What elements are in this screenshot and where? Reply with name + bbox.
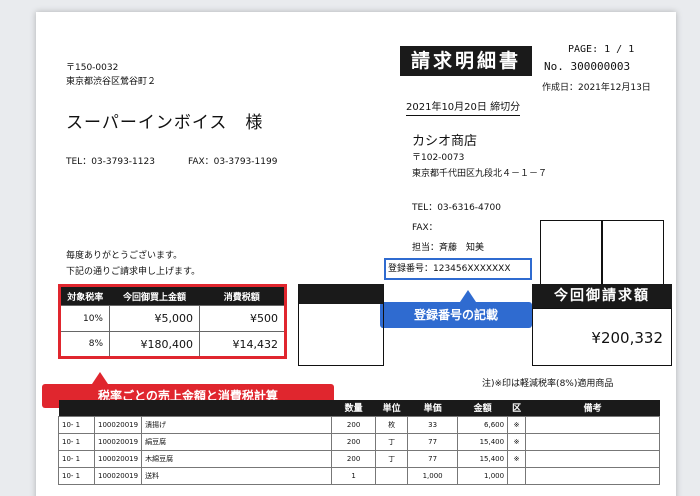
registration-number: 登録番号：123456XXXXXXX: [384, 258, 532, 280]
total-amount: ¥200,332: [532, 308, 672, 366]
tax-rate-header: 対象税率: [59, 285, 110, 306]
detail-amount: 15,400: [457, 449, 509, 468]
page-indicator: PAGE: 1 / 1: [568, 44, 635, 55]
detail-qty: 200: [331, 432, 377, 451]
greeting-line-2: 下記の通りご請求申し上げます。: [66, 267, 201, 277]
tax-rate: 10%: [59, 305, 110, 332]
detail-amount-header: 金額: [457, 400, 508, 416]
detail-item: 送料: [141, 466, 333, 485]
detail-unit: [375, 466, 409, 485]
issuer-name: カシオ商店: [412, 134, 478, 149]
greeting-line-1: 毎度ありがとうございます。: [66, 251, 183, 261]
seal-box-2: [602, 220, 664, 286]
total-label: 今回御請求額: [532, 284, 672, 308]
detail-unit: 丁: [375, 449, 409, 468]
detail-remarks: [525, 415, 661, 434]
detail-amount: 6,600: [457, 415, 509, 434]
invoice-document: 請求明細書 PAGE: 1 / 1 No. 300000003 作成日：2021…: [36, 12, 676, 496]
detail-date: 10- 1: [58, 432, 95, 451]
registration-arrow: [460, 290, 476, 302]
table-row: 10- 1 100020019 漬揚げ 200 枚 33 6,600 ※: [58, 415, 661, 434]
sales-amount-header: 今回御買上金額: [109, 285, 200, 306]
tax-summary-header: 対象税率 今回御買上金額 消費税額: [59, 285, 286, 306]
detail-remarks: [525, 449, 661, 468]
issuer-postal: 〒102-0073: [412, 153, 465, 163]
detail-qty: 200: [331, 415, 377, 434]
customer-postal: 〒150-0032: [66, 63, 119, 73]
issuer-staff: 担当：斉藤 知美: [412, 243, 485, 253]
detail-category: ※: [507, 415, 527, 434]
detail-code: 100020019: [93, 415, 143, 434]
detail-code: 100020019: [93, 432, 143, 451]
detail-date: 10- 1: [58, 449, 95, 468]
detail-category: [507, 466, 527, 485]
detail-date: 10- 1: [58, 415, 95, 434]
detail-unit: 枚: [375, 415, 409, 434]
detail-price: 1,000: [407, 466, 459, 485]
detail-date-header: [58, 400, 95, 416]
seal-box-1: [540, 220, 602, 286]
detail-remarks: [525, 432, 661, 451]
sales-amount: ¥5,000: [109, 305, 200, 332]
issuer-tel: TEL：03-6316-4700: [412, 203, 501, 213]
detail-remarks-header: 備考: [525, 400, 660, 416]
document-title: 請求明細書: [400, 46, 532, 76]
detail-header: 数量 単位 単価 金額 区 備考: [58, 400, 660, 416]
detail-qty: 200: [331, 449, 377, 468]
invoice-number: No. 300000003: [544, 60, 631, 73]
detail-unit-header: 単位: [375, 400, 408, 416]
sales-amount: ¥180,400: [109, 331, 200, 358]
detail-date: 10- 1: [58, 466, 95, 485]
tax-arrow: [92, 372, 108, 384]
detail-price: 77: [407, 449, 459, 468]
tax-amount: ¥14,432: [199, 331, 286, 358]
registration-callout: 登録番号の記載: [380, 302, 532, 328]
tax-row: 8% ¥180,400 ¥14,432: [59, 331, 286, 358]
tax-amount-header: 消費税額: [199, 285, 286, 306]
detail-remarks: [525, 466, 661, 485]
detail-category: ※: [507, 432, 527, 451]
detail-category: ※: [507, 449, 527, 468]
reduced-tax-note: 注)※印は軽減税率(8%)適用商品: [482, 379, 614, 389]
customer-fax: FAX：03-3793-1199: [188, 157, 278, 167]
detail-item: 漬揚げ: [141, 415, 333, 434]
customer-address: 東京都渋谷区鶯谷町２: [66, 77, 157, 87]
detail-amount: 15,400: [457, 432, 509, 451]
detail-price-header: 単価: [407, 400, 458, 416]
table-row: 10- 1 100020019 絹豆腐 200 丁 77 15,400 ※: [58, 432, 661, 451]
detail-item-header: [141, 400, 332, 416]
detail-code: 100020019: [93, 466, 143, 485]
detail-code-header: [94, 400, 142, 416]
tax-rate: 8%: [59, 331, 110, 358]
issuer-fax: FAX：: [412, 223, 438, 233]
customer-name: スーパーインボイス 様: [66, 113, 264, 133]
detail-qty-header: 数量: [331, 400, 376, 416]
detail-table: 数量 単位 単価 金額 区 備考 10- 1 100020019 漬揚げ 200…: [58, 400, 661, 485]
detail-code: 100020019: [93, 449, 143, 468]
customer-tel: TEL：03-3793-1123: [66, 157, 155, 167]
cutoff-date: 2021年10月20日 締切分: [406, 98, 521, 116]
detail-item: 絹豆腐: [141, 432, 333, 451]
detail-qty: 1: [331, 466, 377, 485]
issuer-address: 東京都千代田区九段北４－１－７: [412, 169, 548, 179]
detail-item: 木綿豆腐: [141, 449, 333, 468]
tax-summary-table: 対象税率 今回御買上金額 消費税額 10% ¥5,000 ¥500 8% ¥18…: [58, 284, 287, 359]
detail-unit: 丁: [375, 432, 409, 451]
tax-amount: ¥500: [199, 305, 286, 332]
detail-category-header: 区: [507, 400, 526, 416]
blank-summary-box: [298, 284, 384, 366]
detail-amount: 1,000: [457, 466, 509, 485]
tax-row: 10% ¥5,000 ¥500: [59, 305, 286, 332]
created-date: 作成日：2021年12月13日: [542, 83, 651, 93]
detail-price: 77: [407, 432, 459, 451]
table-row: 10- 1 100020019 送料 1 1,000 1,000: [58, 466, 661, 485]
detail-price: 33: [407, 415, 459, 434]
table-row: 10- 1 100020019 木綿豆腐 200 丁 77 15,400 ※: [58, 449, 661, 468]
